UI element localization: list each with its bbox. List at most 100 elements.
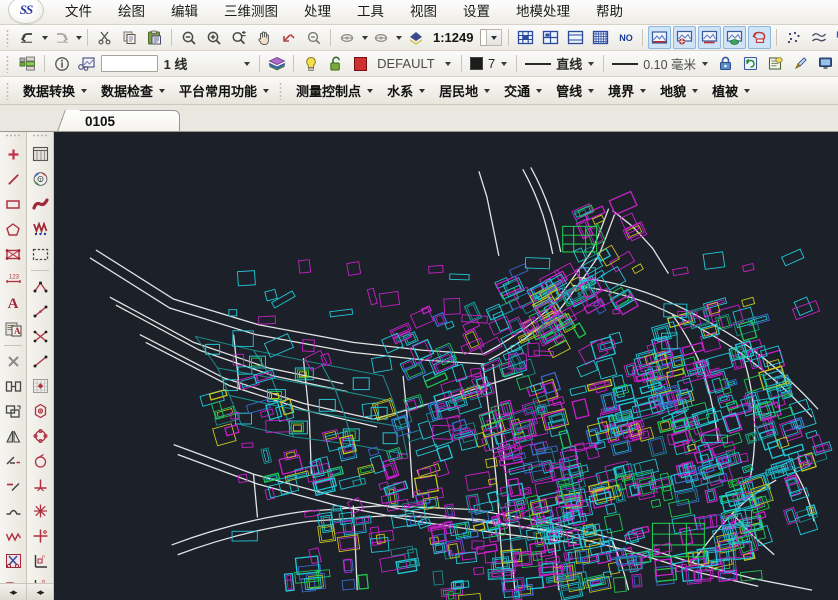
- module-residential-caret[interactable]: [484, 89, 490, 93]
- layer-visible-bulb-icon[interactable]: [299, 52, 322, 75]
- vtool-grip-1[interactable]: [5, 134, 22, 140]
- grid-snap-icon[interactable]: [28, 374, 52, 398]
- image-load-icon[interactable]: [648, 26, 671, 49]
- layer-stack-icon[interactable]: [265, 52, 288, 75]
- menu-settings[interactable]: 设置: [450, 0, 503, 24]
- info-icon[interactable]: [50, 52, 73, 75]
- element-type-caret[interactable]: [242, 53, 251, 74]
- perpendicular-snap-icon[interactable]: [28, 474, 52, 498]
- linetype-caret[interactable]: [586, 53, 595, 74]
- module-common-functions[interactable]: 平台常用功能: [171, 79, 275, 103]
- view-right-caret[interactable]: [394, 27, 403, 48]
- lineweight-combo[interactable]: 0.10 毫米: [610, 54, 711, 73]
- menu-tools[interactable]: 工具: [344, 0, 397, 24]
- module-data-check-caret[interactable]: [159, 89, 165, 93]
- menu-file[interactable]: 文件: [52, 0, 105, 24]
- break-line-icon[interactable]: [1, 524, 25, 548]
- layer-combo[interactable]: DEFAULT: [375, 54, 455, 73]
- module-pipelines-caret[interactable]: [588, 89, 594, 93]
- zoom-scale-icon[interactable]: [227, 26, 250, 49]
- scale-combo-caret[interactable]: [486, 29, 502, 46]
- zoom-in-icon[interactable]: [202, 26, 225, 49]
- draw-rectangle-icon[interactable]: [1, 192, 25, 216]
- document-tab-0105[interactable]: 0105: [70, 110, 180, 131]
- menu-view[interactable]: 视图: [397, 0, 450, 24]
- module-toolbar-grip[interactable]: [5, 81, 12, 100]
- menu-edit[interactable]: 编辑: [158, 0, 211, 24]
- undo-icon[interactable]: [16, 26, 39, 49]
- module-residential[interactable]: 居民地: [431, 79, 496, 103]
- fillet-icon[interactable]: [1, 499, 25, 523]
- grid-full-icon[interactable]: [514, 26, 537, 49]
- select-window-icon[interactable]: [28, 242, 52, 266]
- move-entity-icon[interactable]: [1, 374, 25, 398]
- scale-combo[interactable]: [480, 29, 502, 46]
- lock-icon[interactable]: [714, 52, 737, 75]
- toolbar-grip[interactable]: [5, 28, 12, 47]
- feature-toolbar-expand-icon[interactable]: ◂▸: [27, 583, 53, 600]
- copy-icon[interactable]: [118, 26, 141, 49]
- module-data-check[interactable]: 数据检查: [93, 79, 171, 103]
- redo-dropdown-caret[interactable]: [74, 27, 83, 48]
- module-pipelines[interactable]: 管线: [548, 79, 600, 103]
- lineweight-caret[interactable]: [700, 53, 709, 74]
- menu-help[interactable]: 帮助: [583, 0, 636, 24]
- draw-point-icon[interactable]: [1, 142, 25, 166]
- view-left-icon[interactable]: [336, 26, 359, 49]
- menu-draw[interactable]: 绘图: [105, 0, 158, 24]
- grid-fine-icon[interactable]: [589, 26, 612, 49]
- circle-quadrant-icon[interactable]: [28, 424, 52, 448]
- draw-polygon-icon[interactable]: [1, 217, 25, 241]
- layer-unlock-icon[interactable]: [324, 52, 347, 75]
- stereo-model-icon[interactable]: [404, 26, 427, 49]
- module-hydrography[interactable]: 水系: [379, 79, 431, 103]
- zoom-out-icon[interactable]: [177, 26, 200, 49]
- module-vegetation[interactable]: 植被: [704, 79, 756, 103]
- zoom-previous-icon[interactable]: [302, 26, 325, 49]
- module-transportation[interactable]: 交通: [496, 79, 548, 103]
- grid-quad-icon[interactable]: [539, 26, 562, 49]
- draw-symbol-fill-icon[interactable]: [1, 242, 25, 266]
- menu-process[interactable]: 处理: [291, 0, 344, 24]
- menu-terrain-model[interactable]: 地模处理: [503, 0, 583, 24]
- refresh-layer-icon[interactable]: [739, 52, 762, 75]
- properties-icon[interactable]: [764, 52, 787, 75]
- feature-library-icon[interactable]: [28, 142, 52, 166]
- cut-scissors-icon[interactable]: [93, 26, 116, 49]
- feature-vegetation-icon[interactable]: [28, 217, 52, 241]
- module-transportation-caret[interactable]: [536, 89, 542, 93]
- node-angle-icon[interactable]: [28, 274, 52, 298]
- paste-icon[interactable]: [143, 26, 166, 49]
- module-hydrography-caret[interactable]: [419, 89, 425, 93]
- module-terrain-caret[interactable]: [692, 89, 698, 93]
- module-vegetation-caret[interactable]: [744, 89, 750, 93]
- no-grid-icon[interactable]: NO: [614, 26, 637, 49]
- linetype-combo[interactable]: 直线: [523, 54, 597, 73]
- scale-value[interactable]: 1:1249: [428, 30, 478, 45]
- module-survey-control-points-caret[interactable]: [367, 89, 373, 93]
- layer-color-swatch[interactable]: [349, 52, 372, 75]
- node-intersect-icon[interactable]: [28, 324, 52, 348]
- draw-dimension-icon[interactable]: 123: [1, 267, 25, 291]
- module-survey-control-points[interactable]: 测量控制点: [288, 79, 379, 103]
- view-right-icon[interactable]: [370, 26, 393, 49]
- match-properties-brush-icon[interactable]: [789, 52, 812, 75]
- image-measure-icon[interactable]: [698, 26, 721, 49]
- display-monitor-icon[interactable]: [814, 52, 837, 75]
- node-segment-icon[interactable]: [28, 349, 52, 373]
- mirror-entity-icon[interactable]: [1, 424, 25, 448]
- module-data-conversion-caret[interactable]: [81, 89, 87, 93]
- intersection-snap-icon[interactable]: [28, 524, 52, 548]
- copy-entity-icon[interactable]: [1, 399, 25, 423]
- delete-entity-icon[interactable]: [1, 349, 25, 373]
- module-boundaries-caret[interactable]: [640, 89, 646, 93]
- pan-hand-icon[interactable]: [252, 26, 275, 49]
- block-edit-icon[interactable]: [832, 26, 838, 49]
- measure-tool-icon[interactable]: [75, 52, 98, 75]
- node-line-icon[interactable]: [28, 299, 52, 323]
- arc-snap-icon[interactable]: [28, 449, 52, 473]
- module-common-functions-caret[interactable]: [263, 89, 269, 93]
- vtool-grip-2[interactable]: [32, 134, 49, 140]
- split-entity-icon[interactable]: [1, 549, 25, 573]
- feature-road-icon[interactable]: [28, 192, 52, 216]
